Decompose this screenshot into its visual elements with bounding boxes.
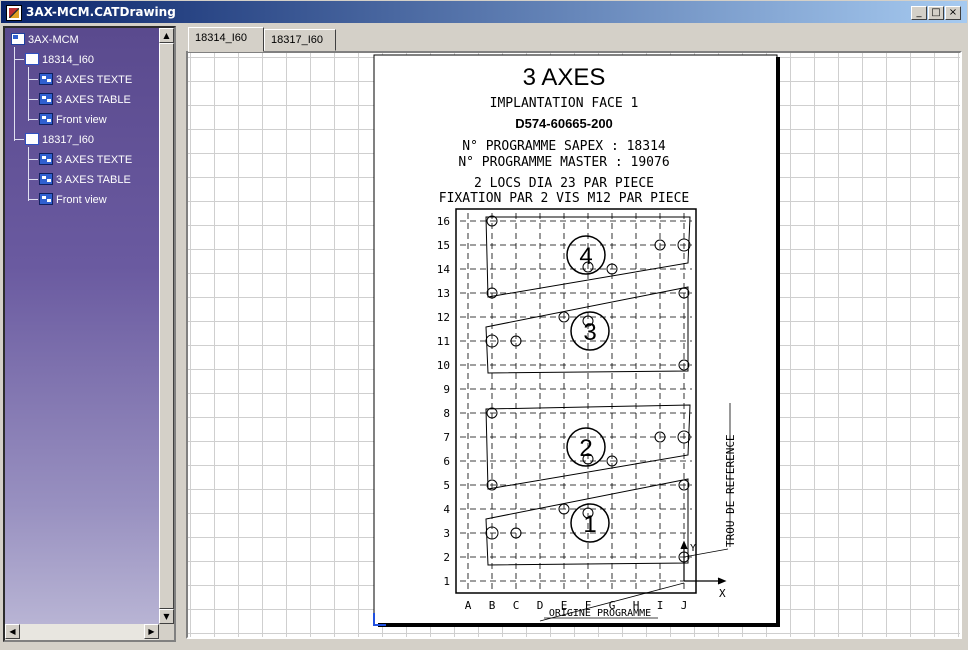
row-label: 14: [437, 263, 451, 276]
drawing-canvas[interactable]: 3 AXES IMPLANTATION FACE 1 D574-60665-20…: [186, 51, 962, 639]
row-label: 12: [437, 311, 450, 324]
drawing-subtitle: IMPLANTATION FACE 1: [490, 96, 639, 111]
view-icon: [39, 173, 53, 185]
column-label: D: [537, 599, 544, 612]
tab-sheet-18314[interactable]: 18314_I60: [188, 27, 264, 52]
sheet-icon: [25, 133, 39, 145]
row-label: 10: [437, 359, 450, 372]
specification-tree: 3AX-MCM 18314_I60 3 AXES TEXTE 3 AXES TA…: [5, 28, 159, 624]
drawing-panel: 18314_I60 18317_I60 3 AXES IMPLANTATION …: [182, 26, 966, 642]
scroll-thumb[interactable]: [159, 43, 174, 609]
row-label: 3: [443, 527, 450, 540]
drawing-sheet: 3 AXES IMPLANTATION FACE 1 D574-60665-20…: [373, 54, 780, 627]
view-icon: [39, 113, 53, 125]
row-label: 9: [443, 383, 450, 396]
piece-number: 1: [583, 511, 596, 538]
scroll-corner: [159, 624, 174, 640]
row-label: 15: [437, 239, 450, 252]
row-label: 6: [443, 455, 450, 468]
row-label: 13: [437, 287, 450, 300]
title-bar: 3AX-MCM.CATDrawing _ □ ×: [0, 0, 968, 24]
row-label: 4: [443, 503, 450, 516]
trou-de-reference-label: TROU DE REFERENCE: [724, 434, 737, 547]
axis-x-label: X: [719, 587, 726, 600]
column-label: A: [465, 599, 472, 612]
view-icon: [39, 93, 53, 105]
scroll-down-button[interactable]: ▼: [159, 609, 174, 624]
fixation-text: FIXATION PAR 2 VIS M12 PAR PIECE: [439, 191, 689, 206]
row-label: 11: [437, 335, 450, 348]
close-button[interactable]: ×: [945, 6, 961, 20]
piece-number: 4: [579, 243, 592, 270]
column-label: C: [513, 599, 520, 612]
column-label: J: [681, 599, 688, 612]
row-label: 1: [443, 575, 450, 588]
scroll-left-button[interactable]: ◀: [5, 624, 20, 639]
programme-master: N° PROGRAMME MASTER : 19076: [458, 155, 669, 170]
row-label: 16: [437, 215, 450, 228]
maximize-button[interactable]: □: [928, 6, 944, 20]
column-label: I: [657, 599, 664, 612]
tab-sheet-18317[interactable]: 18317_I60: [264, 29, 336, 51]
view-icon: [39, 73, 53, 85]
scroll-up-button[interactable]: ▲: [159, 28, 174, 43]
view-icon: [39, 193, 53, 205]
row-label: 8: [443, 407, 450, 420]
row-label: 5: [443, 479, 450, 492]
column-label: B: [489, 599, 496, 612]
row-label: 2: [443, 551, 450, 564]
row-label: 7: [443, 431, 450, 444]
view-icon: [39, 153, 53, 165]
piece-number: 3: [583, 319, 596, 346]
window-title: 3AX-MCM.CATDrawing: [26, 5, 176, 19]
sheet-icon: [25, 53, 39, 65]
specification-tree-panel: 3AX-MCM 18314_I60 3 AXES TEXTE 3 AXES TA…: [3, 26, 176, 642]
piece-number: 2: [579, 435, 592, 462]
origine-programme-label: ORIGINE PROGRAMME: [549, 608, 651, 619]
drawing-root-icon: [11, 33, 25, 45]
minimize-button[interactable]: _: [911, 6, 927, 20]
catia-drawing-icon: [6, 5, 22, 21]
axis-y-label: Y: [690, 543, 696, 554]
programme-sapex: N° PROGRAMME SAPEX : 18314: [462, 139, 666, 154]
scroll-right-button[interactable]: ▶: [144, 624, 159, 639]
tree-vertical-scrollbar[interactable]: ▲ ▼: [159, 28, 174, 624]
locs-text: 2 LOCS DIA 23 PAR PIECE: [474, 176, 654, 191]
drawing-title: 3 AXES: [523, 64, 606, 91]
part-number: D574-60665-200: [515, 116, 613, 131]
tree-horizontal-scrollbar[interactable]: ◀ ▶: [5, 624, 159, 640]
